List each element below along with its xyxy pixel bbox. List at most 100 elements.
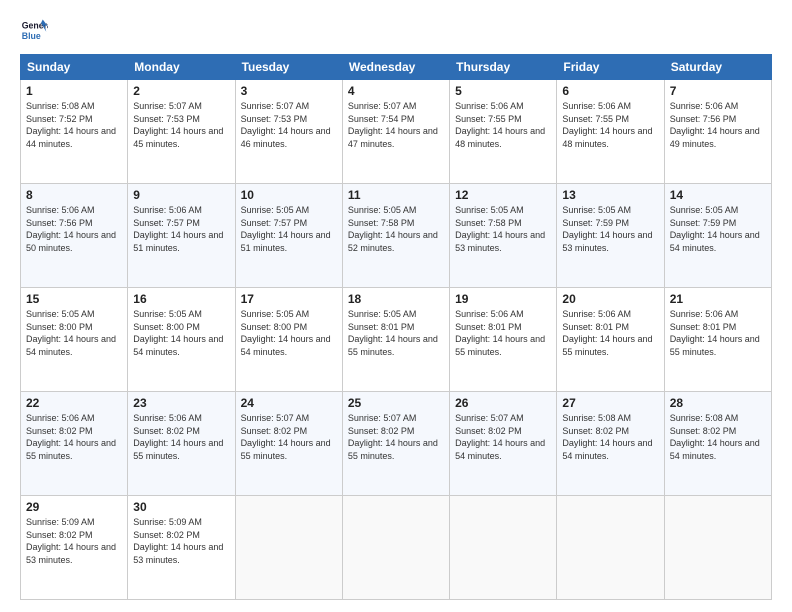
sunrise-label: Sunrise: [670,205,706,215]
day-info: Sunrise: 5:05 AM Sunset: 7:59 PM Dayligh… [670,204,766,254]
day-info: Sunrise: 5:06 AM Sunset: 7:55 PM Dayligh… [455,100,551,150]
sunset-label: Sunset: [455,426,488,436]
sunrise-value: 5:06 AM [705,101,738,111]
sunrise-label: Sunrise: [26,205,62,215]
sunset-value: 8:00 PM [166,322,200,332]
day-number: 2 [133,84,229,98]
sunrise-value: 5:07 AM [169,101,202,111]
page: General Blue SundayMondayTuesdayWednesda… [0,0,792,612]
day-number: 9 [133,188,229,202]
calendar-cell: 28 Sunrise: 5:08 AM Sunset: 8:02 PM Dayl… [664,392,771,496]
sunset-label: Sunset: [562,218,595,228]
day-info: Sunrise: 5:06 AM Sunset: 7:56 PM Dayligh… [26,204,122,254]
day-number: 26 [455,396,551,410]
sunrise-value: 5:06 AM [491,309,524,319]
sunset-value: 7:53 PM [274,114,308,124]
day-number: 15 [26,292,122,306]
sunset-label: Sunset: [26,114,59,124]
sunrise-label: Sunrise: [562,413,598,423]
day-info: Sunrise: 5:05 AM Sunset: 7:58 PM Dayligh… [455,204,551,254]
sunset-value: 8:01 PM [381,322,415,332]
daylight-label: Daylight: 14 hours and 54 minutes. [455,438,545,461]
daylight-label: Daylight: 14 hours and 54 minutes. [26,334,116,357]
day-number: 20 [562,292,658,306]
sunrise-label: Sunrise: [26,101,62,111]
sunrise-value: 5:07 AM [383,413,416,423]
daylight-label: Daylight: 14 hours and 53 minutes. [26,542,116,565]
sunset-value: 7:59 PM [595,218,629,228]
calendar-cell: 27 Sunrise: 5:08 AM Sunset: 8:02 PM Dayl… [557,392,664,496]
sunrise-value: 5:07 AM [491,413,524,423]
sunrise-value: 5:09 AM [62,517,95,527]
sunrise-value: 5:05 AM [383,205,416,215]
sunset-value: 7:56 PM [59,218,93,228]
sunrise-label: Sunrise: [348,413,384,423]
sunset-label: Sunset: [133,426,166,436]
day-number: 7 [670,84,766,98]
daylight-label: Daylight: 14 hours and 49 minutes. [670,126,760,149]
sunrise-label: Sunrise: [26,517,62,527]
sunset-value: 8:02 PM [274,426,308,436]
sunset-value: 7:58 PM [381,218,415,228]
day-info: Sunrise: 5:06 AM Sunset: 8:01 PM Dayligh… [670,308,766,358]
sunrise-value: 5:05 AM [491,205,524,215]
svg-text:Blue: Blue [22,31,41,41]
sunrise-label: Sunrise: [455,101,491,111]
sunset-label: Sunset: [133,530,166,540]
sunrise-label: Sunrise: [670,101,706,111]
daylight-label: Daylight: 14 hours and 48 minutes. [562,126,652,149]
weekday-header-wednesday: Wednesday [342,55,449,80]
day-info: Sunrise: 5:07 AM Sunset: 7:54 PM Dayligh… [348,100,444,150]
calendar-cell: 24 Sunrise: 5:07 AM Sunset: 8:02 PM Dayl… [235,392,342,496]
day-info: Sunrise: 5:06 AM Sunset: 8:01 PM Dayligh… [455,308,551,358]
daylight-label: Daylight: 14 hours and 55 minutes. [562,334,652,357]
calendar-cell: 29 Sunrise: 5:09 AM Sunset: 8:02 PM Dayl… [21,496,128,600]
day-number: 14 [670,188,766,202]
sunrise-value: 5:06 AM [169,205,202,215]
sunrise-value: 5:05 AM [276,309,309,319]
calendar-cell: 22 Sunrise: 5:06 AM Sunset: 8:02 PM Dayl… [21,392,128,496]
calendar-cell: 5 Sunrise: 5:06 AM Sunset: 7:55 PM Dayli… [450,80,557,184]
calendar-cell: 13 Sunrise: 5:05 AM Sunset: 7:59 PM Dayl… [557,184,664,288]
daylight-label: Daylight: 14 hours and 51 minutes. [133,230,223,253]
calendar-cell: 11 Sunrise: 5:05 AM Sunset: 7:58 PM Dayl… [342,184,449,288]
day-number: 6 [562,84,658,98]
day-info: Sunrise: 5:05 AM Sunset: 8:01 PM Dayligh… [348,308,444,358]
sunset-label: Sunset: [562,322,595,332]
sunrise-label: Sunrise: [455,309,491,319]
day-info: Sunrise: 5:07 AM Sunset: 7:53 PM Dayligh… [133,100,229,150]
day-number: 16 [133,292,229,306]
logo: General Blue [20,16,52,44]
sunset-label: Sunset: [562,426,595,436]
sunset-value: 8:02 PM [381,426,415,436]
calendar-cell: 15 Sunrise: 5:05 AM Sunset: 8:00 PM Dayl… [21,288,128,392]
calendar-table: SundayMondayTuesdayWednesdayThursdayFrid… [20,54,772,600]
daylight-label: Daylight: 14 hours and 45 minutes. [133,126,223,149]
calendar-cell [664,496,771,600]
sunrise-label: Sunrise: [348,101,384,111]
calendar-cell: 25 Sunrise: 5:07 AM Sunset: 8:02 PM Dayl… [342,392,449,496]
sunset-label: Sunset: [133,114,166,124]
sunrise-value: 5:07 AM [383,101,416,111]
sunrise-value: 5:05 AM [705,205,738,215]
day-number: 28 [670,396,766,410]
sunset-label: Sunset: [26,218,59,228]
sunrise-label: Sunrise: [455,413,491,423]
sunset-value: 8:02 PM [488,426,522,436]
day-info: Sunrise: 5:05 AM Sunset: 8:00 PM Dayligh… [133,308,229,358]
day-number: 30 [133,500,229,514]
daylight-label: Daylight: 14 hours and 47 minutes. [348,126,438,149]
sunrise-label: Sunrise: [241,205,277,215]
calendar-cell: 3 Sunrise: 5:07 AM Sunset: 7:53 PM Dayli… [235,80,342,184]
sunrise-value: 5:06 AM [491,101,524,111]
day-info: Sunrise: 5:07 AM Sunset: 8:02 PM Dayligh… [241,412,337,462]
sunrise-value: 5:07 AM [276,413,309,423]
sunset-value: 7:55 PM [595,114,629,124]
sunrise-label: Sunrise: [241,413,277,423]
sunrise-value: 5:08 AM [705,413,738,423]
calendar-cell: 19 Sunrise: 5:06 AM Sunset: 8:01 PM Dayl… [450,288,557,392]
sunset-value: 7:59 PM [703,218,737,228]
sunset-value: 8:02 PM [166,530,200,540]
day-number: 29 [26,500,122,514]
daylight-label: Daylight: 14 hours and 55 minutes. [455,334,545,357]
